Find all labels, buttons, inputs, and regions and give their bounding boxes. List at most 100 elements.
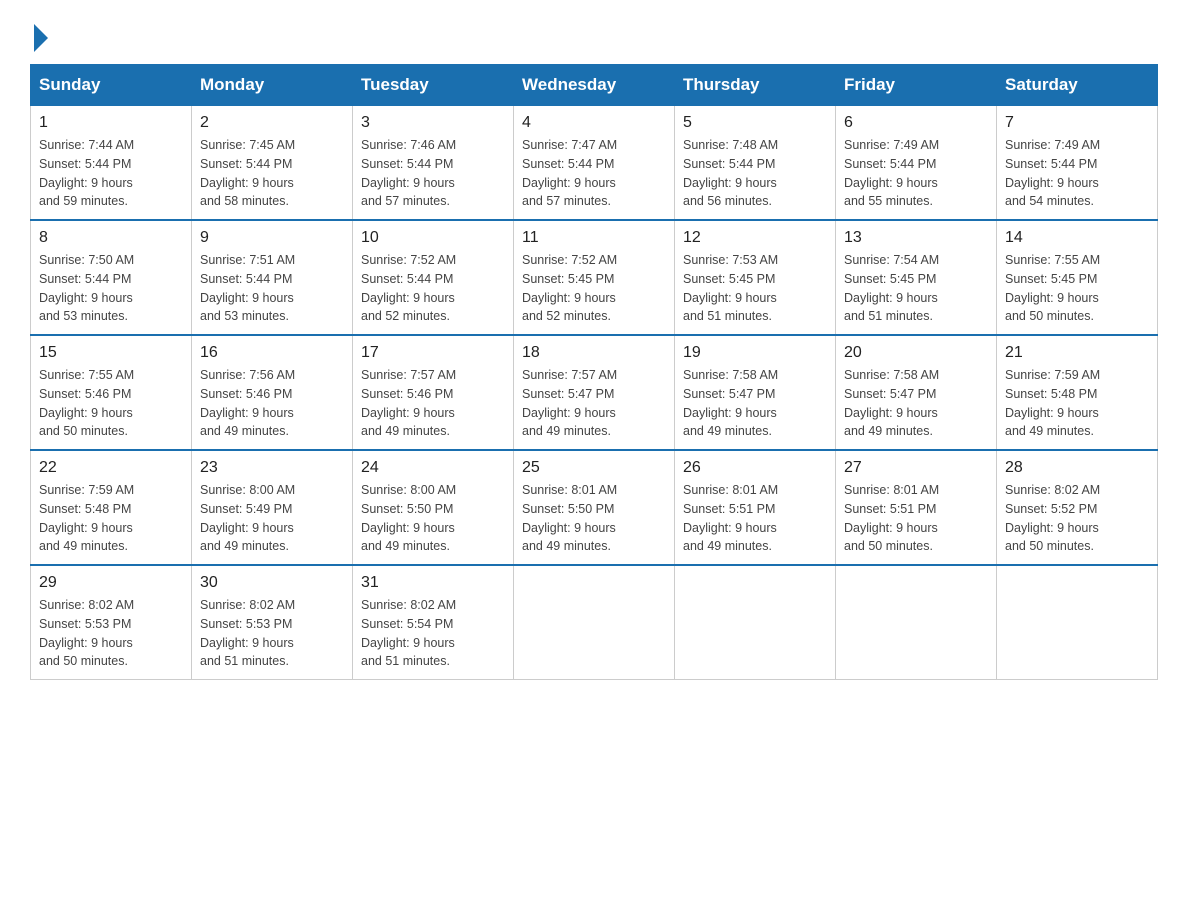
calendar-cell: 14 Sunrise: 7:55 AMSunset: 5:45 PMDaylig…: [997, 220, 1158, 335]
day-info: Sunrise: 7:50 AMSunset: 5:44 PMDaylight:…: [39, 251, 183, 326]
day-info: Sunrise: 8:01 AMSunset: 5:51 PMDaylight:…: [844, 481, 988, 556]
logo-arrow-icon: [34, 24, 48, 52]
day-number: 26: [683, 459, 827, 477]
calendar-cell: 30 Sunrise: 8:02 AMSunset: 5:53 PMDaylig…: [192, 565, 353, 680]
calendar-cell: [675, 565, 836, 680]
day-info: Sunrise: 8:01 AMSunset: 5:50 PMDaylight:…: [522, 481, 666, 556]
calendar-cell: [836, 565, 997, 680]
calendar-cell: 1 Sunrise: 7:44 AMSunset: 5:44 PMDayligh…: [31, 106, 192, 221]
calendar-week-2: 8 Sunrise: 7:50 AMSunset: 5:44 PMDayligh…: [31, 220, 1158, 335]
day-number: 12: [683, 229, 827, 247]
calendar-header-monday: Monday: [192, 65, 353, 106]
day-number: 25: [522, 459, 666, 477]
day-info: Sunrise: 8:00 AMSunset: 5:50 PMDaylight:…: [361, 481, 505, 556]
calendar-cell: 25 Sunrise: 8:01 AMSunset: 5:50 PMDaylig…: [514, 450, 675, 565]
calendar-cell: 19 Sunrise: 7:58 AMSunset: 5:47 PMDaylig…: [675, 335, 836, 450]
day-info: Sunrise: 7:56 AMSunset: 5:46 PMDaylight:…: [200, 366, 344, 441]
day-info: Sunrise: 7:48 AMSunset: 5:44 PMDaylight:…: [683, 136, 827, 211]
day-number: 3: [361, 114, 505, 132]
calendar-cell: 7 Sunrise: 7:49 AMSunset: 5:44 PMDayligh…: [997, 106, 1158, 221]
day-info: Sunrise: 8:01 AMSunset: 5:51 PMDaylight:…: [683, 481, 827, 556]
calendar-cell: 16 Sunrise: 7:56 AMSunset: 5:46 PMDaylig…: [192, 335, 353, 450]
day-number: 5: [683, 114, 827, 132]
day-info: Sunrise: 7:49 AMSunset: 5:44 PMDaylight:…: [1005, 136, 1149, 211]
calendar-week-3: 15 Sunrise: 7:55 AMSunset: 5:46 PMDaylig…: [31, 335, 1158, 450]
calendar-table: SundayMondayTuesdayWednesdayThursdayFrid…: [30, 64, 1158, 680]
logo: [30, 20, 48, 44]
calendar-cell: 12 Sunrise: 7:53 AMSunset: 5:45 PMDaylig…: [675, 220, 836, 335]
calendar-cell: 23 Sunrise: 8:00 AMSunset: 5:49 PMDaylig…: [192, 450, 353, 565]
day-number: 24: [361, 459, 505, 477]
calendar-cell: 8 Sunrise: 7:50 AMSunset: 5:44 PMDayligh…: [31, 220, 192, 335]
calendar-cell: 24 Sunrise: 8:00 AMSunset: 5:50 PMDaylig…: [353, 450, 514, 565]
page-header: [30, 20, 1158, 44]
calendar-cell: 20 Sunrise: 7:58 AMSunset: 5:47 PMDaylig…: [836, 335, 997, 450]
day-info: Sunrise: 7:52 AMSunset: 5:44 PMDaylight:…: [361, 251, 505, 326]
day-info: Sunrise: 7:57 AMSunset: 5:47 PMDaylight:…: [522, 366, 666, 441]
calendar-week-5: 29 Sunrise: 8:02 AMSunset: 5:53 PMDaylig…: [31, 565, 1158, 680]
day-info: Sunrise: 8:02 AMSunset: 5:53 PMDaylight:…: [200, 596, 344, 671]
calendar-header-sunday: Sunday: [31, 65, 192, 106]
calendar-cell: 13 Sunrise: 7:54 AMSunset: 5:45 PMDaylig…: [836, 220, 997, 335]
calendar-cell: [997, 565, 1158, 680]
day-info: Sunrise: 7:53 AMSunset: 5:45 PMDaylight:…: [683, 251, 827, 326]
day-info: Sunrise: 7:55 AMSunset: 5:45 PMDaylight:…: [1005, 251, 1149, 326]
calendar-cell: 31 Sunrise: 8:02 AMSunset: 5:54 PMDaylig…: [353, 565, 514, 680]
calendar-cell: 28 Sunrise: 8:02 AMSunset: 5:52 PMDaylig…: [997, 450, 1158, 565]
calendar-cell: 4 Sunrise: 7:47 AMSunset: 5:44 PMDayligh…: [514, 106, 675, 221]
day-number: 22: [39, 459, 183, 477]
day-number: 28: [1005, 459, 1149, 477]
day-info: Sunrise: 7:47 AMSunset: 5:44 PMDaylight:…: [522, 136, 666, 211]
day-number: 20: [844, 344, 988, 362]
day-info: Sunrise: 7:59 AMSunset: 5:48 PMDaylight:…: [39, 481, 183, 556]
day-number: 13: [844, 229, 988, 247]
calendar-cell: 17 Sunrise: 7:57 AMSunset: 5:46 PMDaylig…: [353, 335, 514, 450]
day-number: 30: [200, 574, 344, 592]
day-number: 19: [683, 344, 827, 362]
day-number: 14: [1005, 229, 1149, 247]
calendar-cell: 21 Sunrise: 7:59 AMSunset: 5:48 PMDaylig…: [997, 335, 1158, 450]
day-info: Sunrise: 7:44 AMSunset: 5:44 PMDaylight:…: [39, 136, 183, 211]
day-info: Sunrise: 7:46 AMSunset: 5:44 PMDaylight:…: [361, 136, 505, 211]
calendar-header-tuesday: Tuesday: [353, 65, 514, 106]
day-number: 29: [39, 574, 183, 592]
calendar-cell: 26 Sunrise: 8:01 AMSunset: 5:51 PMDaylig…: [675, 450, 836, 565]
day-info: Sunrise: 7:52 AMSunset: 5:45 PMDaylight:…: [522, 251, 666, 326]
calendar-cell: 29 Sunrise: 8:02 AMSunset: 5:53 PMDaylig…: [31, 565, 192, 680]
day-info: Sunrise: 7:58 AMSunset: 5:47 PMDaylight:…: [844, 366, 988, 441]
calendar-cell: 3 Sunrise: 7:46 AMSunset: 5:44 PMDayligh…: [353, 106, 514, 221]
day-number: 15: [39, 344, 183, 362]
day-number: 27: [844, 459, 988, 477]
day-info: Sunrise: 7:57 AMSunset: 5:46 PMDaylight:…: [361, 366, 505, 441]
calendar-cell: 10 Sunrise: 7:52 AMSunset: 5:44 PMDaylig…: [353, 220, 514, 335]
calendar-header-friday: Friday: [836, 65, 997, 106]
calendar-week-1: 1 Sunrise: 7:44 AMSunset: 5:44 PMDayligh…: [31, 106, 1158, 221]
day-number: 1: [39, 114, 183, 132]
day-number: 11: [522, 229, 666, 247]
calendar-cell: 9 Sunrise: 7:51 AMSunset: 5:44 PMDayligh…: [192, 220, 353, 335]
day-number: 23: [200, 459, 344, 477]
day-number: 9: [200, 229, 344, 247]
calendar-cell: 27 Sunrise: 8:01 AMSunset: 5:51 PMDaylig…: [836, 450, 997, 565]
calendar-cell: 15 Sunrise: 7:55 AMSunset: 5:46 PMDaylig…: [31, 335, 192, 450]
calendar-week-4: 22 Sunrise: 7:59 AMSunset: 5:48 PMDaylig…: [31, 450, 1158, 565]
day-number: 8: [39, 229, 183, 247]
day-number: 7: [1005, 114, 1149, 132]
day-info: Sunrise: 7:59 AMSunset: 5:48 PMDaylight:…: [1005, 366, 1149, 441]
day-number: 21: [1005, 344, 1149, 362]
day-info: Sunrise: 7:58 AMSunset: 5:47 PMDaylight:…: [683, 366, 827, 441]
day-info: Sunrise: 8:02 AMSunset: 5:52 PMDaylight:…: [1005, 481, 1149, 556]
calendar-cell: 2 Sunrise: 7:45 AMSunset: 5:44 PMDayligh…: [192, 106, 353, 221]
calendar-header-row: SundayMondayTuesdayWednesdayThursdayFrid…: [31, 65, 1158, 106]
day-number: 4: [522, 114, 666, 132]
day-info: Sunrise: 7:51 AMSunset: 5:44 PMDaylight:…: [200, 251, 344, 326]
day-number: 10: [361, 229, 505, 247]
day-info: Sunrise: 7:49 AMSunset: 5:44 PMDaylight:…: [844, 136, 988, 211]
calendar-cell: [514, 565, 675, 680]
calendar-cell: 22 Sunrise: 7:59 AMSunset: 5:48 PMDaylig…: [31, 450, 192, 565]
calendar-cell: 6 Sunrise: 7:49 AMSunset: 5:44 PMDayligh…: [836, 106, 997, 221]
calendar-cell: 11 Sunrise: 7:52 AMSunset: 5:45 PMDaylig…: [514, 220, 675, 335]
day-number: 17: [361, 344, 505, 362]
calendar-cell: 18 Sunrise: 7:57 AMSunset: 5:47 PMDaylig…: [514, 335, 675, 450]
day-number: 16: [200, 344, 344, 362]
